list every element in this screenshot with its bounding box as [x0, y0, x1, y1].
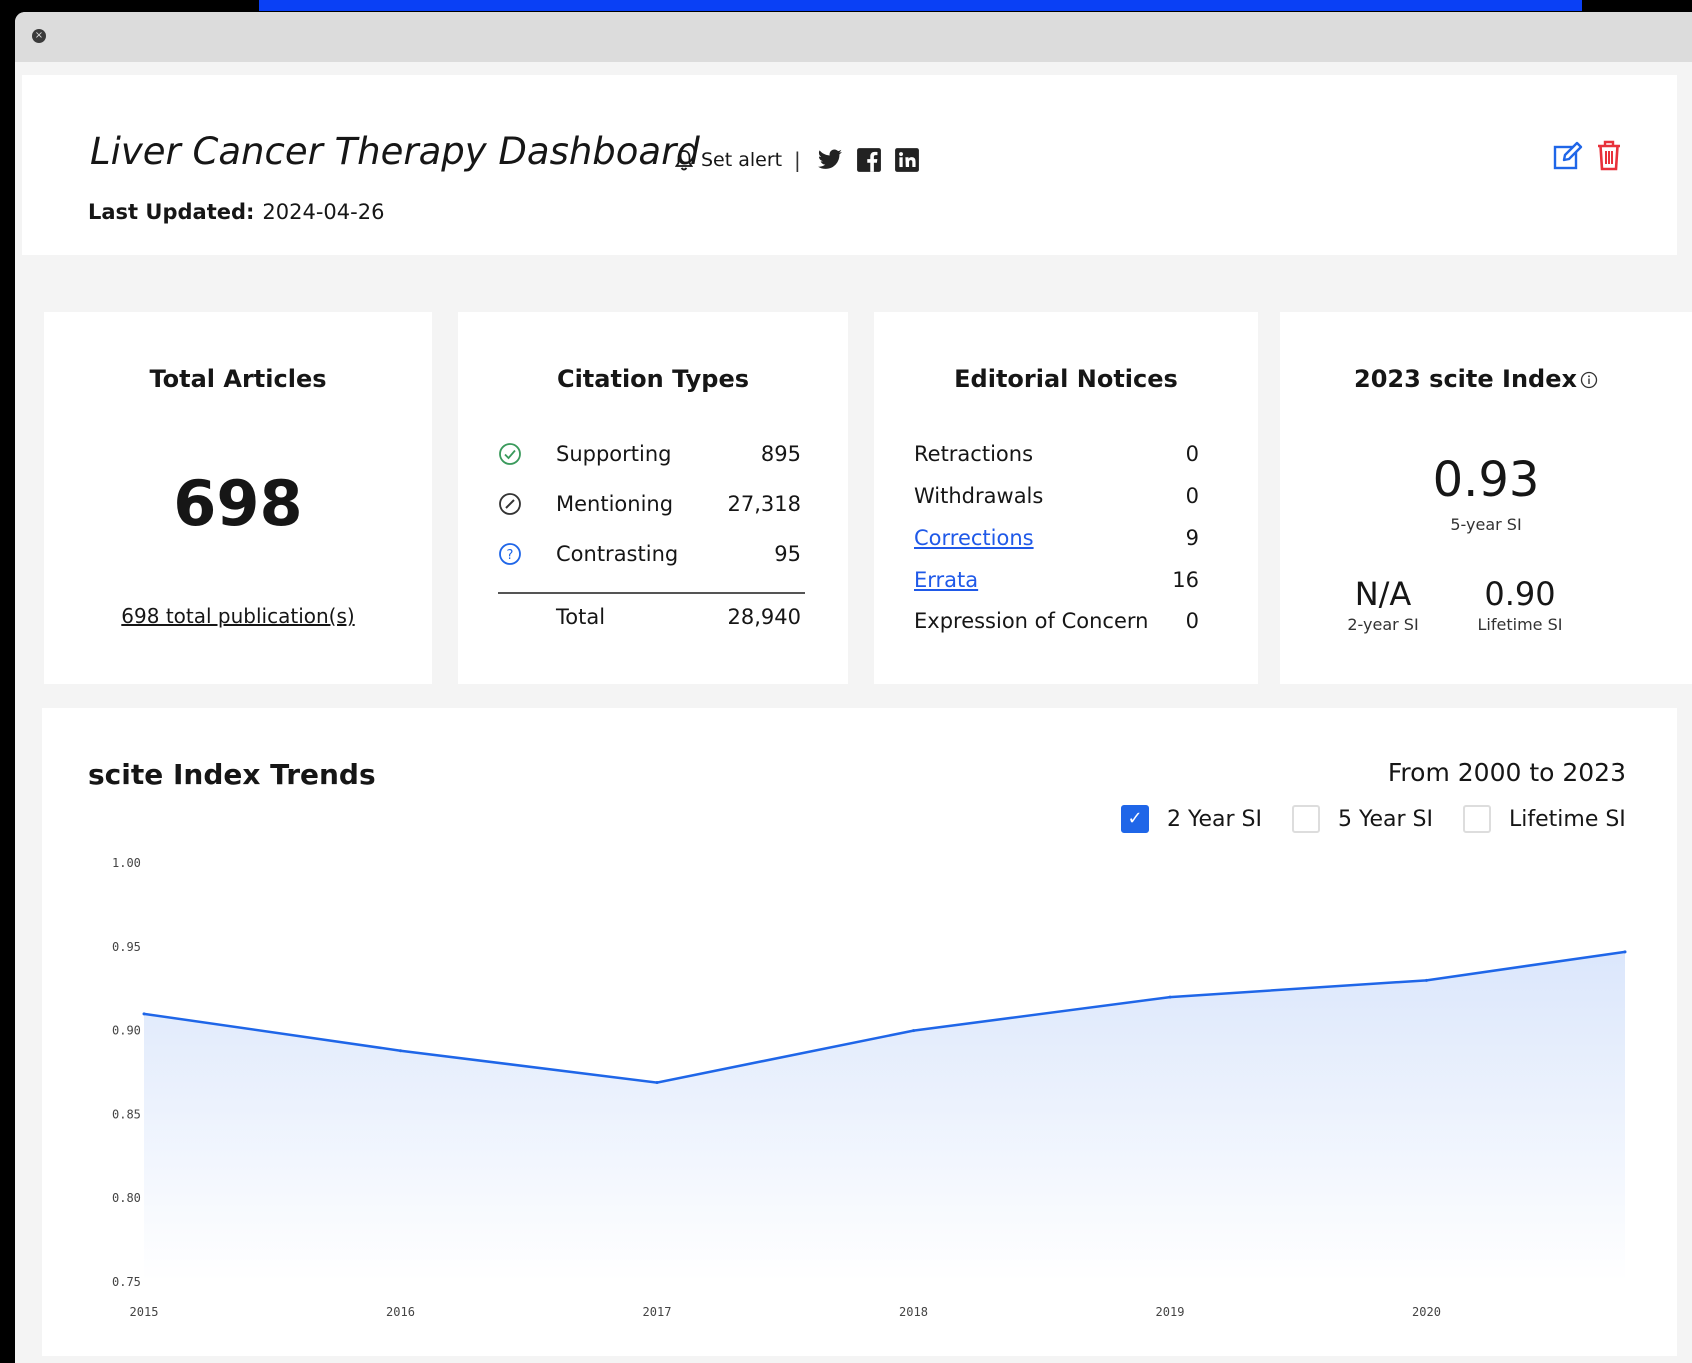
- data-point[interactable]: [1168, 995, 1172, 999]
- data-point[interactable]: [655, 1081, 659, 1085]
- x-tick-label: 2019: [1156, 1305, 1185, 1319]
- data-point[interactable]: [1425, 978, 1428, 982]
- data-point[interactable]: [912, 1029, 915, 1033]
- x-tick-label: 2018: [899, 1305, 928, 1319]
- y-tick-label: 0.90: [112, 1024, 141, 1038]
- x-tick-label: 2015: [130, 1305, 159, 1319]
- data-point[interactable]: [399, 1049, 402, 1053]
- series-area-2-year-si: [144, 951, 1625, 1282]
- data-point[interactable]: [1623, 950, 1627, 954]
- x-tick-label: 2020: [1412, 1305, 1441, 1319]
- x-tick-label: 2017: [643, 1305, 672, 1319]
- y-tick-label: 0.85: [112, 1107, 141, 1121]
- y-tick-label: 0.80: [112, 1191, 141, 1205]
- x-tick-label: 2016: [386, 1305, 415, 1319]
- y-tick-label: 1.00: [112, 856, 141, 870]
- trend-chart: 1.00 0.95 0.90 0.85 0.80 0.75 2015 2016 2017 2018…: [112, 856, 1627, 1319]
- y-tick-label: 0.75: [112, 1275, 141, 1289]
- data-point[interactable]: [142, 1012, 146, 1016]
- y-tick-label: 0.95: [112, 940, 141, 954]
